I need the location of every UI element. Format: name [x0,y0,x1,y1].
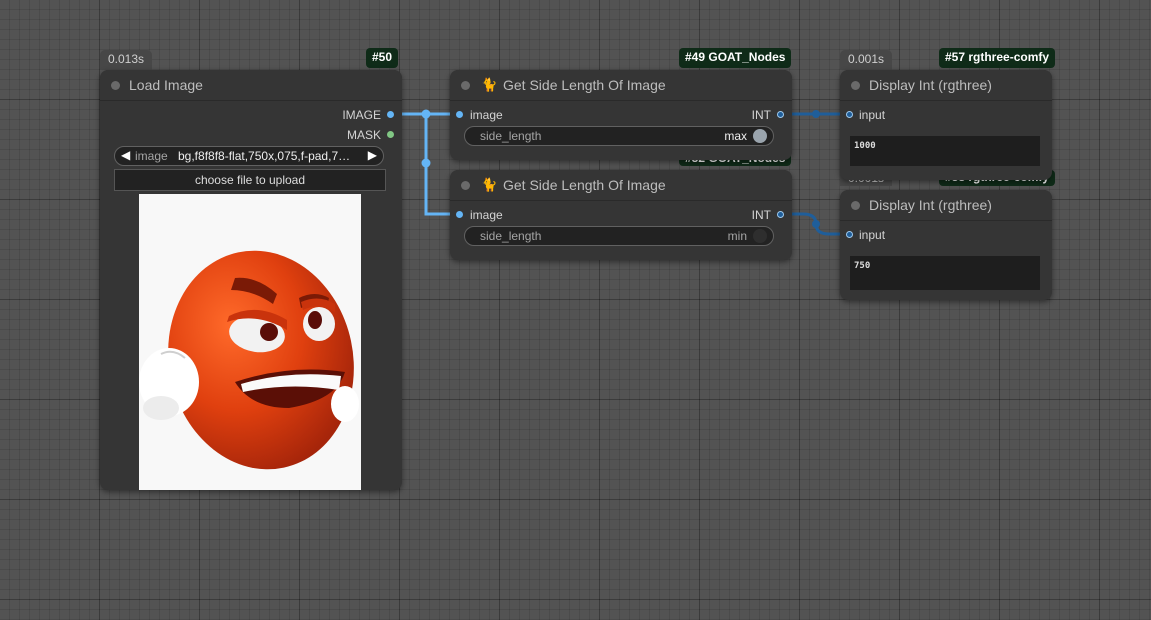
node-title: Get Side Length Of Image [503,177,666,193]
widget-label: side_length [480,129,542,143]
display-int-node-1[interactable]: Display Int (rgthree) input 1000 [840,70,1052,180]
execution-time-badge: 0.001s [840,50,893,70]
combo-label: image [135,149,168,163]
node-title: Load Image [129,77,203,93]
image-combo[interactable]: ◀ image bg,f8f8f8-flat,750x,075,f-pad,7…… [114,146,384,166]
output-slot-int[interactable] [777,111,784,118]
widget-value: max [724,129,747,143]
input-label: input [859,108,886,122]
side-length-min-node[interactable]: 🐈 Get Side Length Of Image image INT sid… [450,170,792,260]
node-title-bar[interactable]: 🐈 Get Side Length Of Image [450,70,792,101]
collapse-dot-icon[interactable] [111,81,120,90]
int-display-box: 1000 [850,136,1040,166]
cat-icon: 🐈 [481,77,498,92]
output-slot-image[interactable] [387,111,394,118]
int-display-box: 750 [850,256,1040,290]
input-slot-image[interactable] [456,211,463,218]
widget-label: side_length [480,229,542,243]
arrow-left-icon[interactable]: ◀ [121,148,130,162]
side-length-max-node[interactable]: 🐈 Get Side Length Of Image image INT sid… [450,70,792,160]
upload-file-button[interactable]: choose file to upload [114,169,386,191]
int-link-min [782,212,849,236]
output-label-int: INT [751,208,771,222]
output-label-mask: MASK [346,128,381,142]
input-slot-int[interactable] [846,231,853,238]
cat-icon: 🐈 [481,177,498,192]
side-length-toggle[interactable]: side_length min [464,226,774,246]
node-title-bar[interactable]: Display Int (rgthree) [840,190,1052,221]
collapse-dot-icon[interactable] [851,201,860,210]
node-title: Display Int (rgthree) [869,77,992,93]
toggle-knob-on[interactable] [753,129,767,143]
output-label-image: IMAGE [342,108,381,122]
input-slot-int[interactable] [846,111,853,118]
arrow-right-icon[interactable]: ▶ [368,148,377,162]
collapse-dot-icon[interactable] [461,81,470,90]
input-label-image: image [470,208,503,222]
node-title-bar[interactable]: 🐈 Get Side Length Of Image [450,170,792,201]
collapse-dot-icon[interactable] [461,181,470,190]
input-label-image: image [470,108,503,122]
toggle-knob-off[interactable] [753,229,767,243]
node-id-badge: #50 [366,48,399,68]
collapse-dot-icon[interactable] [851,81,860,90]
node-id-badge: #57 rgthree-comfy [939,48,1056,68]
widget-value: min [727,229,747,243]
node-title: Display Int (rgthree) [869,197,992,213]
node-title-bar[interactable]: Display Int (rgthree) [840,70,1052,101]
input-slot-image[interactable] [456,111,463,118]
input-label: input [859,228,886,242]
node-title-bar[interactable]: Load Image [100,70,402,101]
node-title: Get Side Length Of Image [503,77,666,93]
link-reroute-dot [812,220,820,228]
image-preview [139,194,361,490]
link-reroute-dot [421,109,431,119]
output-slot-int[interactable] [777,211,784,218]
display-int-node-2[interactable]: Display Int (rgthree) input 750 [840,190,1052,300]
node-id-badge: #49 GOAT_Nodes [679,48,792,68]
angry-emoji-image [139,250,359,470]
link-reroute-dot [421,158,431,168]
link-reroute-dot [812,110,820,118]
output-label-int: INT [751,108,771,122]
load-image-node[interactable]: Load Image IMAGE MASK ◀ image bg,f8f8f8-… [100,70,402,490]
side-length-toggle[interactable]: side_length max [464,126,774,146]
combo-value: bg,f8f8f8-flat,750x,075,f-pad,7… [178,149,351,163]
output-slot-mask[interactable] [387,131,394,138]
execution-time-badge: 0.013s [100,50,153,70]
